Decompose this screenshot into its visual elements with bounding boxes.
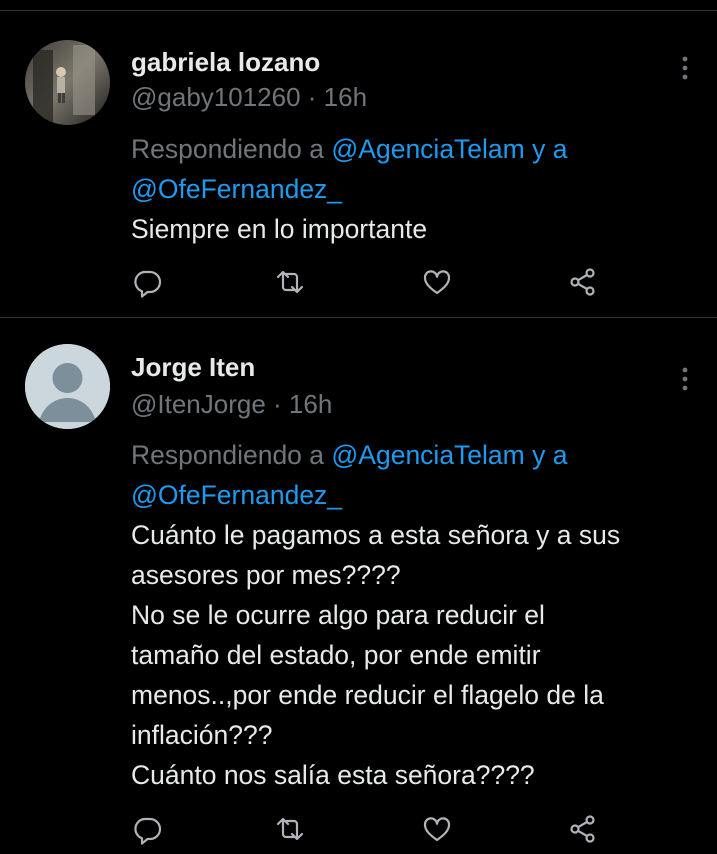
reply-icon bbox=[134, 270, 162, 298]
replying-to-prefix: Respondiendo a bbox=[131, 134, 332, 164]
more-options-button[interactable] bbox=[675, 364, 695, 394]
more-vertical-icon bbox=[682, 367, 688, 391]
tweet-body: Respondiendo a @AgenciaTelam y a @OfeFer… bbox=[131, 435, 701, 795]
tweet-meta: @gaby101260 · 16h bbox=[131, 82, 367, 112]
tweet-time[interactable]: 16h bbox=[324, 82, 367, 112]
display-name[interactable]: gabriela lozano bbox=[131, 47, 320, 77]
tweet-meta: @ItenJorge · 16h bbox=[131, 389, 332, 419]
reply-button[interactable] bbox=[131, 813, 163, 845]
heart-icon bbox=[423, 270, 451, 295]
mention-link[interactable]: @OfeFernandez_ bbox=[131, 169, 701, 209]
retweet-icon bbox=[276, 270, 304, 294]
tweet-text-line: Siempre en lo importante bbox=[131, 214, 428, 244]
tweet[interactable]: gabriela lozano @gaby101260 · 16h Respon… bbox=[0, 11, 717, 318]
tweet-time[interactable]: 16h bbox=[289, 389, 332, 419]
tweet-text-line: inflación??? bbox=[131, 720, 273, 750]
mention-link[interactable]: @AgenciaTelam bbox=[331, 440, 524, 470]
replying-to: Respondiendo a @AgenciaTelam y a bbox=[131, 435, 701, 475]
share-icon bbox=[570, 268, 595, 296]
user-handle[interactable]: @gaby101260 bbox=[131, 82, 301, 112]
tweet-text-line: No se le ocurre algo para reducir el bbox=[131, 600, 545, 630]
share-button[interactable] bbox=[567, 266, 599, 298]
avatar[interactable] bbox=[25, 40, 110, 125]
tweet-text-line: tamaño del estado, por ende emitir bbox=[131, 640, 541, 670]
reply-conjunction: y a bbox=[524, 440, 568, 470]
top-divider bbox=[0, 0, 717, 11]
default-avatar-icon bbox=[25, 344, 110, 429]
like-button[interactable] bbox=[421, 266, 453, 298]
tweet-text-line: asesores por mes???? bbox=[131, 560, 401, 590]
tweet-actions bbox=[131, 813, 611, 845]
share-icon bbox=[570, 815, 595, 843]
mention-link[interactable]: @AgenciaTelam bbox=[331, 134, 524, 164]
retweet-button[interactable] bbox=[274, 266, 306, 298]
tweet-body: Respondiendo a @AgenciaTelam y a @OfeFer… bbox=[131, 129, 701, 249]
tweet-text-line: Cuánto nos salía esta señora???? bbox=[131, 760, 535, 790]
more-options-button[interactable] bbox=[675, 53, 695, 83]
tweet[interactable]: Jorge Iten @ItenJorge · 16h Respondiendo… bbox=[0, 318, 717, 854]
retweet-icon bbox=[276, 817, 304, 841]
display-name[interactable]: Jorge Iten bbox=[131, 352, 255, 382]
tweet-actions bbox=[131, 266, 611, 298]
reply-button[interactable] bbox=[131, 266, 163, 298]
like-button[interactable] bbox=[421, 813, 453, 845]
reply-conjunction: y a bbox=[524, 134, 568, 164]
mention-link[interactable]: @OfeFernandez_ bbox=[131, 475, 701, 515]
heart-icon bbox=[423, 817, 451, 842]
tweet-text-line: Cuánto le pagamos a esta señora y a sus bbox=[131, 520, 621, 550]
more-vertical-icon bbox=[682, 56, 688, 80]
tweet-text-line: menos..,por ende reducir el flagelo de l… bbox=[131, 680, 604, 710]
meta-separator: · bbox=[265, 389, 289, 419]
share-button[interactable] bbox=[567, 813, 599, 845]
replying-to: Respondiendo a @AgenciaTelam y a bbox=[131, 129, 701, 169]
meta-separator: · bbox=[300, 82, 324, 112]
avatar[interactable] bbox=[25, 344, 110, 429]
reply-icon bbox=[134, 817, 162, 845]
user-handle[interactable]: @ItenJorge bbox=[131, 389, 266, 419]
replying-to-prefix: Respondiendo a bbox=[131, 440, 332, 470]
retweet-button[interactable] bbox=[274, 813, 306, 845]
